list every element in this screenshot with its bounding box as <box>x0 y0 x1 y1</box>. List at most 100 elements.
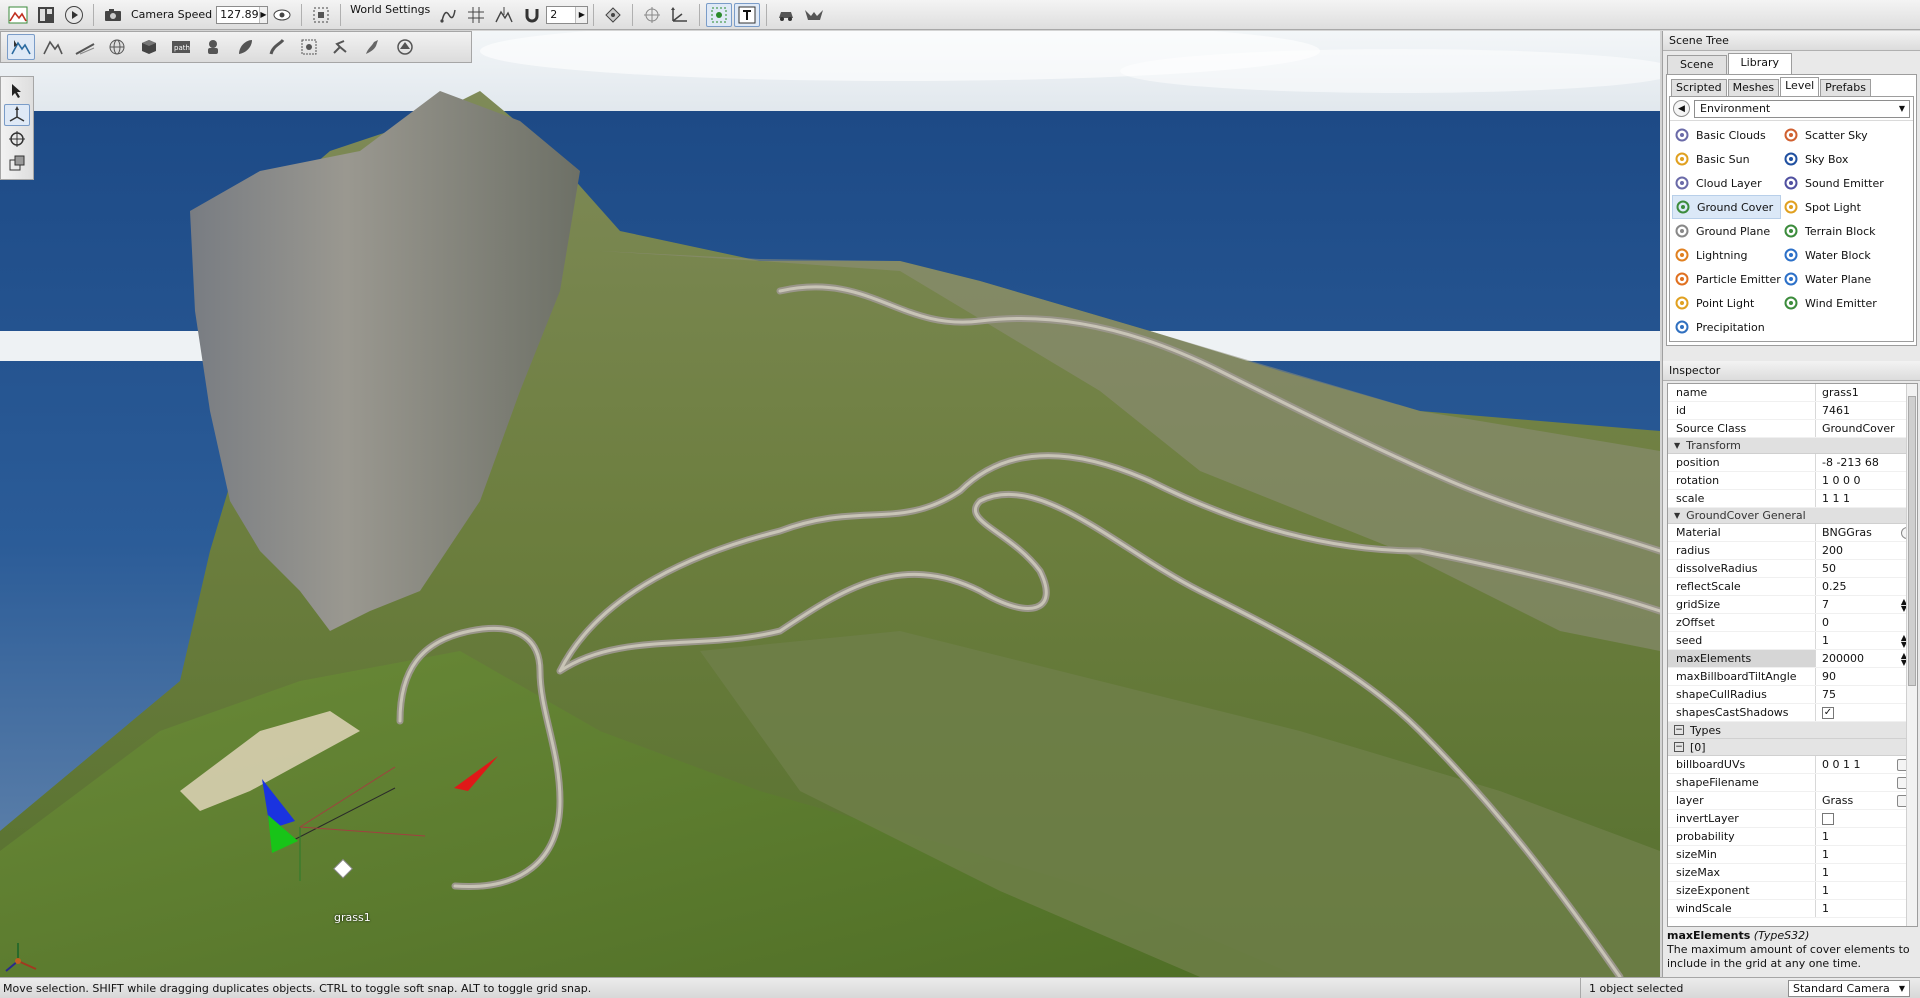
library-item-cloud-layer[interactable]: Cloud Layer <box>1672 171 1781 195</box>
rotate-tool-button[interactable] <box>4 128 30 150</box>
checkbox-unchecked[interactable] <box>1822 812 1834 825</box>
field-value[interactable]: 1 <box>1816 900 1917 917</box>
group-types-0[interactable]: − [0] <box>1668 739 1917 756</box>
grid-snap-button[interactable] <box>463 3 489 27</box>
terrain-snap-button[interactable] <box>491 3 517 27</box>
field-grid-size[interactable]: gridSize 7 ▲ ▼ <box>1668 596 1917 614</box>
field-scale[interactable]: scale 1 1 1 <box>1668 490 1917 508</box>
seed-cell[interactable]: 1 ▲ ▼ <box>1816 632 1917 649</box>
field-name[interactable]: name grass1 <box>1668 384 1917 402</box>
field-value[interactable]: 7 <box>1822 598 1829 611</box>
fit-view-button[interactable] <box>308 3 334 27</box>
field-value[interactable]: 75 <box>1816 686 1917 703</box>
field-wind-scale[interactable]: windScale 1 <box>1668 900 1917 918</box>
library-item-ground-cover[interactable]: Ground Cover <box>1672 195 1781 219</box>
field-value[interactable]: 1 1 1 <box>1816 490 1917 507</box>
field-value[interactable]: 1 <box>1816 828 1917 845</box>
terrain-smooth-button[interactable] <box>71 34 99 60</box>
library-item-basic-clouds[interactable]: Basic Clouds <box>1672 123 1781 147</box>
layer-cell[interactable]: Grass <box>1816 792 1917 809</box>
field-dissolve-radius[interactable]: dissolveRadius 50 <box>1668 560 1917 578</box>
select-objects-button[interactable] <box>706 2 733 27</box>
material-value-cell[interactable]: BNGGras <box>1816 524 1917 541</box>
field-value[interactable]: 200 <box>1816 542 1917 559</box>
library-item-precipitation[interactable]: Precipitation <box>1672 315 1781 339</box>
field-size-max[interactable]: sizeMax 1 <box>1668 864 1917 882</box>
category-select[interactable]: Environment ▼ <box>1694 99 1910 118</box>
camera-speed-arrow-icon[interactable]: ▶ <box>258 6 268 23</box>
field-material[interactable]: Material BNGGras <box>1668 524 1917 542</box>
library-item-sound-emitter[interactable]: Sound Emitter <box>1781 171 1890 195</box>
library-item-point-light[interactable]: Point Light <box>1672 291 1781 315</box>
tab-scripted[interactable]: Scripted <box>1671 79 1727 96</box>
max-elements-cell[interactable]: 200000 ▲ ▼ <box>1816 650 1917 667</box>
field-value[interactable]: BNGGras <box>1822 526 1872 539</box>
tab-meshes[interactable]: Meshes <box>1727 79 1780 96</box>
field-position[interactable]: position -8 -213 68 <box>1668 454 1917 472</box>
library-item-scatter-sky[interactable]: Scatter Sky <box>1781 123 1890 147</box>
field-value[interactable]: 0 0 1 1 <box>1822 758 1860 771</box>
library-item-wind-emitter[interactable]: Wind Emitter <box>1781 291 1890 315</box>
camera-speed-field[interactable]: 127.89 ▶ <box>216 5 269 24</box>
field-shapes-cast-shadows[interactable]: shapesCastShadows ✓ <box>1668 704 1917 722</box>
field-billboard-uvs[interactable]: billboardUVs 0 0 1 1 <box>1668 756 1917 774</box>
scale-tool-button[interactable] <box>4 152 30 174</box>
field-value[interactable]: 1 <box>1822 634 1829 647</box>
field-value[interactable]: grass1 <box>1816 384 1917 401</box>
snap-size-field[interactable]: 2 ▶ <box>546 5 589 24</box>
camera-select[interactable]: Standard Camera ▼ <box>1788 979 1910 997</box>
field-value[interactable]: 0.25 <box>1816 578 1917 595</box>
world-transform-button[interactable] <box>667 3 693 27</box>
field-value[interactable]: 50 <box>1816 560 1917 577</box>
uv-cell[interactable]: 0 0 1 1 <box>1816 756 1917 773</box>
field-z-offset[interactable]: zOffset 0 <box>1668 614 1917 632</box>
camera-button[interactable] <box>100 3 126 27</box>
cube-button[interactable] <box>135 34 163 60</box>
tab-library[interactable]: Library <box>1727 53 1793 74</box>
field-layer[interactable]: layer Grass <box>1668 792 1917 810</box>
magnet-snap-button[interactable] <box>519 3 545 27</box>
inspector-scrollbar[interactable] <box>1906 384 1917 926</box>
field-reflect-scale[interactable]: reflectScale 0.25 <box>1668 578 1917 596</box>
object-center-button[interactable] <box>639 3 665 27</box>
terrain-select-button[interactable] <box>7 34 35 60</box>
library-item-terrain-block[interactable]: Terrain Block <box>1781 219 1890 243</box>
3d-viewport[interactable]: grass1 <box>0 31 1660 977</box>
field-value[interactable]: 0 <box>1816 614 1917 631</box>
grid-size-cell[interactable]: 7 ▲ ▼ <box>1816 596 1917 613</box>
group-groundcover-general[interactable]: ▼ GroundCover General <box>1668 508 1917 524</box>
field-rotation[interactable]: rotation 1 0 0 0 <box>1668 472 1917 490</box>
library-item-lightning[interactable]: Lightning <box>1672 243 1781 267</box>
gui-editor-button[interactable] <box>33 3 59 27</box>
spawn-button[interactable] <box>199 34 227 60</box>
library-item-water-block[interactable]: Water Block <box>1781 243 1890 267</box>
tab-prefabs[interactable]: Prefabs <box>1820 79 1871 96</box>
decal-button[interactable] <box>295 34 323 60</box>
forest-button[interactable] <box>231 34 259 60</box>
group-transform[interactable]: ▼ Transform <box>1668 438 1917 454</box>
field-value[interactable]: 1 <box>1816 864 1917 881</box>
field-size-exponent[interactable]: sizeExponent 1 <box>1668 882 1917 900</box>
field-probability[interactable]: probability 1 <box>1668 828 1917 846</box>
field-size-min[interactable]: sizeMin 1 <box>1668 846 1917 864</box>
tab-scene[interactable]: Scene <box>1667 55 1727 74</box>
path-button[interactable]: path <box>167 34 195 60</box>
river-button[interactable] <box>327 34 355 60</box>
text-labels-button[interactable] <box>734 2 761 27</box>
road-button[interactable] <box>263 34 291 60</box>
shape-cell[interactable] <box>1816 774 1917 791</box>
field-value[interactable]: 1 0 0 0 <box>1816 472 1917 489</box>
mesh-road-button[interactable] <box>359 34 387 60</box>
scrollbar-thumb[interactable] <box>1908 396 1916 686</box>
field-value[interactable]: 1 <box>1816 846 1917 863</box>
car-button[interactable] <box>391 34 419 60</box>
library-item-water-plane[interactable]: Water Plane <box>1781 267 1890 291</box>
visibility-button[interactable] <box>269 3 295 27</box>
field-invert-layer[interactable]: invertLayer <box>1668 810 1917 828</box>
checkbox-checked[interactable]: ✓ <box>1822 706 1834 719</box>
play-button[interactable] <box>61 3 87 27</box>
bounds-button[interactable] <box>600 3 626 27</box>
field-value[interactable]: 200000 <box>1822 652 1864 665</box>
field-shape-cull-radius[interactable]: shapeCullRadius 75 <box>1668 686 1917 704</box>
terrain-brush-button[interactable] <box>39 34 67 60</box>
